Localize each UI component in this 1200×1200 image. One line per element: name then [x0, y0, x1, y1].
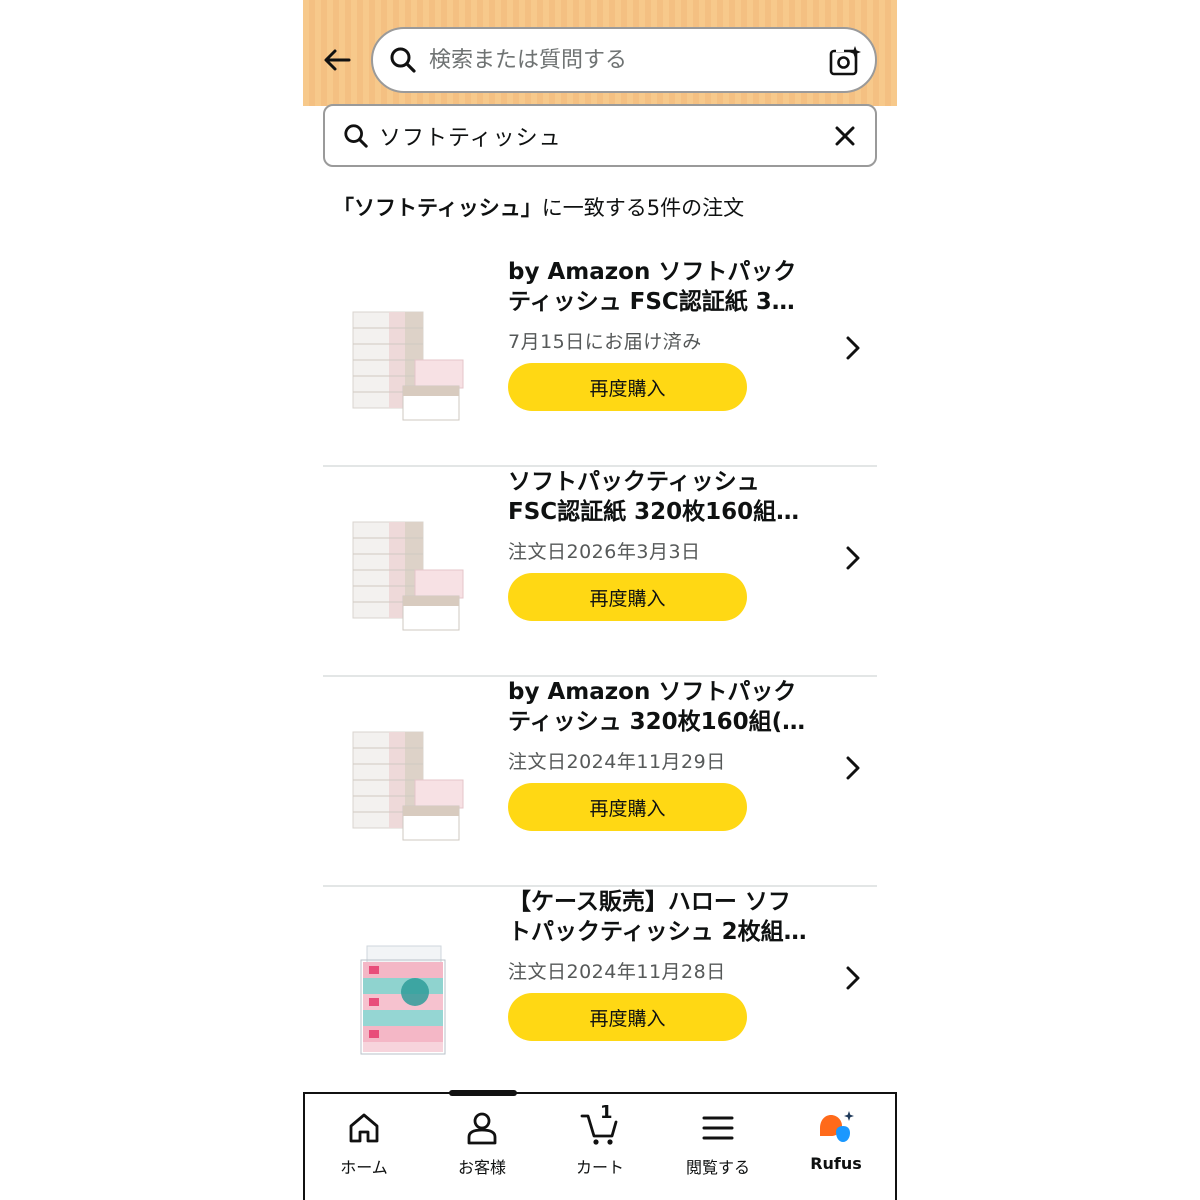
clear-search-button[interactable]	[829, 120, 861, 152]
order-title-line: ティッシュ FSC認証紙 3…	[508, 289, 795, 315]
order-item[interactable]: by Amazon ソフトパック ティッシュ FSC認証紙 3… 7月15日にお…	[323, 257, 877, 467]
order-search-input[interactable]	[379, 115, 819, 156]
order-date: 注文日2024年11月28日	[508, 961, 726, 983]
rufus-icon	[816, 1108, 856, 1148]
nav-account[interactable]: お客様	[423, 1108, 541, 1188]
order-title[interactable]: ソフトパックティッシュ FSC認証紙 320枚160組…	[508, 467, 828, 527]
bottom-nav: ホーム お客様 1 カート 閲覧する Rufus	[303, 1090, 897, 1200]
nav-account-label: お客様	[457, 1158, 506, 1177]
results-count-text: に一致する5件の注文	[541, 196, 745, 220]
order-search-bar[interactable]	[323, 104, 877, 167]
results-summary: 「ソフトティッシュ」に一致する5件の注文	[333, 192, 873, 226]
main-search-bar[interactable]	[371, 27, 877, 93]
nav-rufus-label: Rufus	[810, 1154, 862, 1173]
chevron-right-icon[interactable]	[841, 753, 865, 783]
nav-browse[interactable]: 閲覧する	[659, 1108, 777, 1188]
back-button[interactable]	[317, 40, 357, 80]
product-image	[345, 722, 475, 852]
order-title-line: by Amazon ソフトパック	[508, 679, 797, 705]
order-title-line: トパックティッシュ 2枚組…	[508, 919, 807, 945]
nav-cart-label: カート	[575, 1158, 624, 1177]
close-icon	[835, 126, 855, 146]
results-query: 「ソフトティッシュ」	[333, 196, 542, 220]
product-image	[345, 512, 475, 642]
person-icon	[462, 1108, 502, 1148]
order-title[interactable]: 【ケース販売】ハロー ソフ トパックティッシュ 2枚組…	[508, 887, 828, 947]
chevron-right-icon[interactable]	[841, 543, 865, 573]
nav-home-label: ホーム	[340, 1158, 388, 1177]
home-icon	[344, 1108, 384, 1148]
order-item[interactable]: ソフトパックティッシュ FSC認証紙 320枚160組… 注文日2026年3月3…	[323, 467, 877, 677]
order-title-line: FSC認証紙 320枚160組…	[508, 499, 800, 525]
buy-again-button[interactable]: 再度購入	[508, 993, 747, 1041]
search-icon	[341, 121, 371, 151]
chevron-right-icon[interactable]	[841, 333, 865, 363]
back-arrow-icon	[324, 49, 351, 71]
buy-again-button[interactable]: 再度購入	[508, 783, 747, 831]
nav-home[interactable]: ホーム	[305, 1108, 423, 1188]
app-screen: 「ソフトティッシュ」に一致する5件の注文	[303, 0, 897, 1200]
nav-cart[interactable]: 1 カート	[541, 1102, 659, 1188]
order-title-line: 【ケース販売】ハロー ソフ	[508, 889, 791, 915]
camera-search-button[interactable]	[827, 43, 863, 79]
top-header	[303, 0, 897, 106]
product-image	[345, 932, 475, 1062]
cart-icon: 1	[580, 1102, 620, 1148]
active-tab-indicator	[449, 1090, 517, 1096]
order-item[interactable]: 【ケース販売】ハロー ソフ トパックティッシュ 2枚組… 注文日2024年11月…	[323, 887, 877, 1097]
order-status: 7月15日にお届け済み	[508, 331, 702, 353]
order-title[interactable]: by Amazon ソフトパック ティッシュ 320枚160組(…	[508, 677, 828, 737]
search-icon	[387, 44, 419, 76]
order-date: 注文日2026年3月3日	[508, 541, 701, 563]
nav-browse-label: 閲覧する	[685, 1158, 750, 1177]
order-title-line: by Amazon ソフトパック	[508, 259, 797, 285]
camera-sparkle-icon	[829, 46, 861, 76]
buy-again-button[interactable]: 再度購入	[508, 363, 747, 411]
nav-rufus[interactable]: Rufus	[777, 1108, 895, 1188]
buy-again-button[interactable]: 再度購入	[508, 573, 747, 621]
order-title-line: ソフトパックティッシュ	[508, 469, 760, 495]
order-title-line: ティッシュ 320枚160組(…	[508, 709, 806, 735]
chevron-right-icon[interactable]	[841, 963, 865, 993]
search-input[interactable]	[429, 40, 809, 80]
order-item[interactable]: by Amazon ソフトパック ティッシュ 320枚160組(… 注文日202…	[323, 677, 877, 887]
order-title[interactable]: by Amazon ソフトパック ティッシュ FSC認証紙 3…	[508, 257, 828, 317]
order-date: 注文日2024年11月29日	[508, 751, 726, 773]
product-image	[345, 302, 475, 432]
cart-count-badge: 1	[600, 1102, 613, 1123]
menu-icon	[698, 1108, 738, 1148]
